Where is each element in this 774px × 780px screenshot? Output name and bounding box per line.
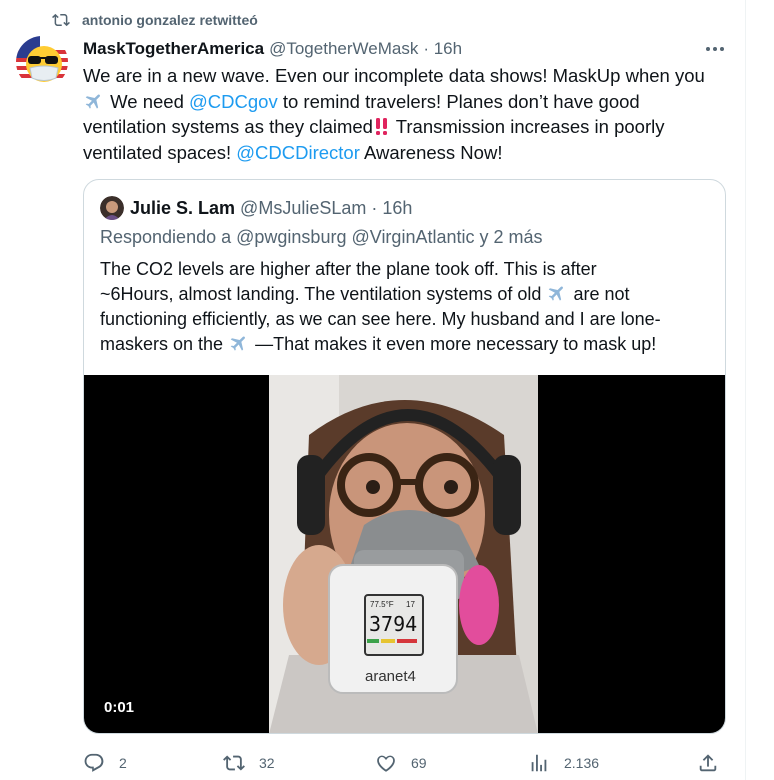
quote-line-3: functioning efficiently, as we can see h… [100,309,661,329]
quote-author-handle[interactable]: @MsJulieSLam [240,198,366,219]
device-readout-co2: 3794 [369,612,417,636]
action-bar: 2 32 69 2.136 [83,750,733,776]
reply-count: 2 [119,755,127,771]
tweet-line-1: We are in a new wave. Even our incomplet… [83,65,705,86]
quote-avatar[interactable] [100,196,124,220]
retweet-count: 32 [259,755,275,771]
share-button[interactable] [697,750,719,776]
like-count: 69 [411,755,427,771]
reply-button[interactable]: 2 [83,750,127,776]
quote-text: The CO2 levels are higher after the plan… [100,257,715,357]
quote-author-name[interactable]: Julie S. Lam [130,198,235,219]
share-icon [699,754,717,772]
retweet-context[interactable]: antonio gonzalez retwitteó [52,10,258,30]
quoted-tweet[interactable]: Julie S. Lam @MsJulieSLam · 16h Respondi… [83,179,726,734]
video-still: 77.5°F 17 3794 aranet4 [269,375,538,733]
tweet-time[interactable]: · 16h [423,39,462,59]
views-icon [531,754,547,772]
tweet-header: MaskTogetherAmerica @TogetherWeMask · 16… [83,38,462,60]
author-name[interactable]: MaskTogetherAmerica [83,39,264,59]
mention-cdcgov[interactable]: @CDCgov [189,91,278,112]
reply-more[interactable]: y 2 más [480,227,543,247]
reply-mention-1[interactable]: @pwginsburg [236,227,346,247]
quote-avatar-image [100,196,124,220]
device-brand: aranet4 [365,668,416,685]
tweet-text: We are in a new wave. Even our incomplet… [83,63,733,165]
quote-time: · 16h [371,197,413,218]
retweet-label: antonio gonzalez retwitteó [82,12,258,28]
timeline-border [745,0,746,780]
like-button[interactable]: 69 [375,750,427,776]
airplane-emoji-icon [549,286,564,301]
airplane-emoji-icon [230,336,246,351]
avatar-image [16,36,68,88]
replying-to: Respondiendo a @pwginsburg @VirginAtlant… [100,227,543,247]
video-player[interactable]: 77.5°F 17 3794 aranet4 0:01 [84,375,725,733]
video-timer: 0:01 [98,697,141,718]
device-readout-temp: 77.5°F [370,600,394,609]
views-button[interactable]: 2.136 [528,750,599,776]
more-icon[interactable] [702,38,728,60]
retweet-icon [52,13,70,27]
tweet-line-2: We need @CDCgov to remind travelers! Pla… [83,89,733,115]
avatar[interactable] [16,36,68,88]
quote-line-4: maskers on the —That makes it even more … [100,332,715,357]
quote-line-1: The CO2 levels are higher after the plan… [100,259,597,279]
quote-header: Julie S. Lam @MsJulieSLam · 16h [100,196,412,220]
retweet-icon [223,755,245,771]
double-exclamation-emoji-icon [375,118,387,135]
views-count: 2.136 [564,755,600,771]
like-icon [377,755,395,772]
tweet-line-4: ventilated spaces! @CDCDirector Awarenes… [83,141,503,163]
reply-icon [84,753,104,772]
retweet-button[interactable]: 32 [223,750,275,776]
tweet-line-3: ventilation systems as they claimed Tran… [83,116,665,137]
quote-line-2: ~6Hours, almost landing. The ventilation… [100,282,715,307]
video-frame: 77.5°F 17 3794 aranet4 [269,375,538,733]
author-handle[interactable]: @TogetherWeMask [269,39,418,59]
device-readout-humidity: 17 [406,600,415,609]
airplane-emoji-icon [85,93,100,109]
reply-mention-2[interactable]: @VirginAtlantic [351,227,474,247]
mention-cdcdirector[interactable]: @CDCDirector [236,142,360,163]
